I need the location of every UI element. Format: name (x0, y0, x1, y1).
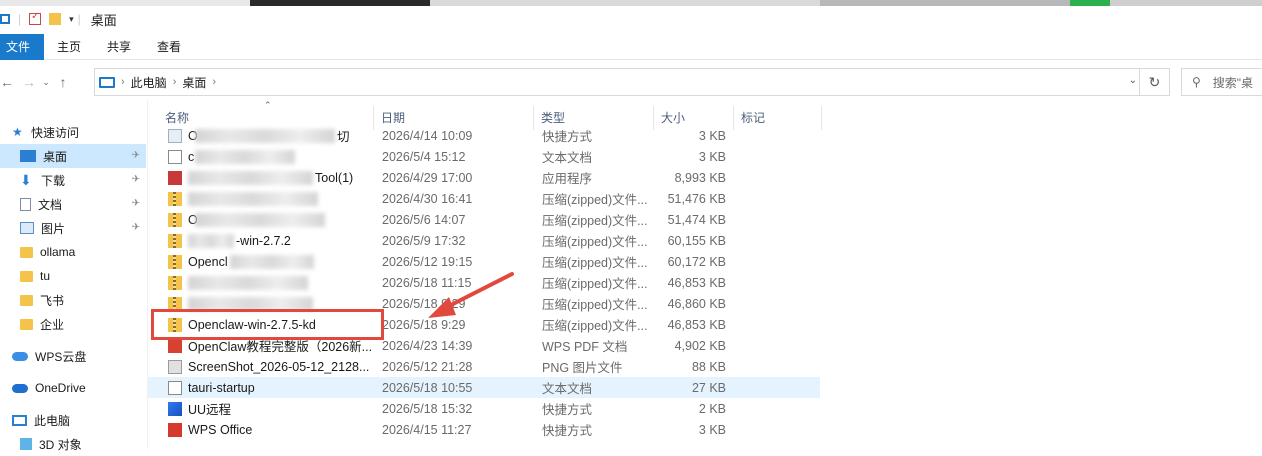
annotation-arrow-head (428, 297, 456, 318)
annotation-arrow-shaft (445, 272, 514, 309)
annotation-arrow (428, 272, 514, 318)
